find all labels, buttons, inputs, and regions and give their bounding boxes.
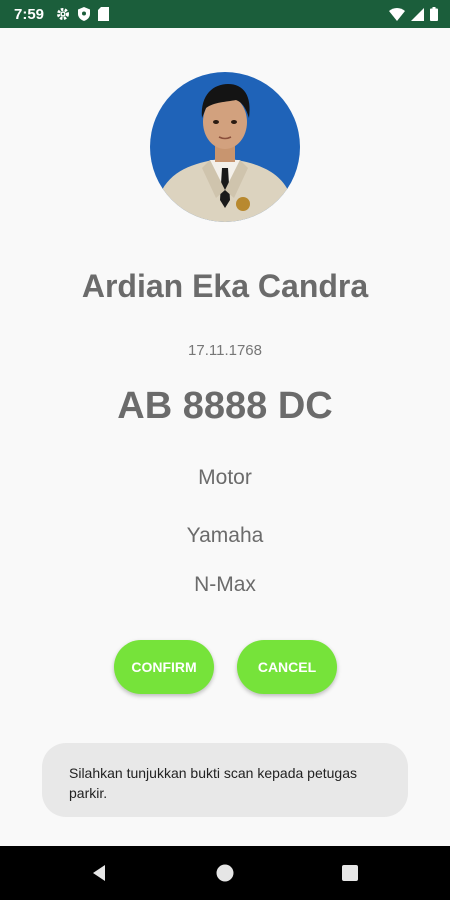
battery-icon <box>430 7 438 21</box>
sd-card-icon <box>98 7 110 21</box>
vehicle-model: N-Max <box>194 573 256 596</box>
avatar <box>150 72 300 222</box>
student-id: 17.11.1768 <box>188 342 262 359</box>
status-right-icons <box>389 7 438 21</box>
signal-icon <box>411 7 424 21</box>
recents-icon[interactable] <box>340 863 360 883</box>
home-icon[interactable] <box>215 863 235 883</box>
back-icon[interactable] <box>90 863 110 883</box>
status-time: 7:59 <box>14 5 45 23</box>
vehicle-type: Motor <box>198 466 252 489</box>
cancel-button[interactable]: CANCEL <box>237 640 337 694</box>
shield-icon <box>78 7 91 21</box>
wifi-icon <box>389 7 405 21</box>
profile-photo <box>150 72 300 222</box>
confirm-button[interactable]: CONFIRM <box>114 640 214 694</box>
user-name: Ardian Eka Candra <box>81 268 369 304</box>
gear-icon <box>57 8 70 20</box>
license-plate: AB 8888 DC <box>117 385 333 427</box>
status-left-icons <box>56 7 110 21</box>
status-bar: 7:59 <box>0 0 450 28</box>
profile-screen: Ardian Eka Candra 17.11.1768 AB 8888 DC … <box>0 28 450 846</box>
toast-message: Silahkan tunjukkan bukti scan kepada pet… <box>42 743 408 817</box>
vehicle-brand: Yamaha <box>186 524 264 547</box>
navigation-bar <box>0 846 450 900</box>
